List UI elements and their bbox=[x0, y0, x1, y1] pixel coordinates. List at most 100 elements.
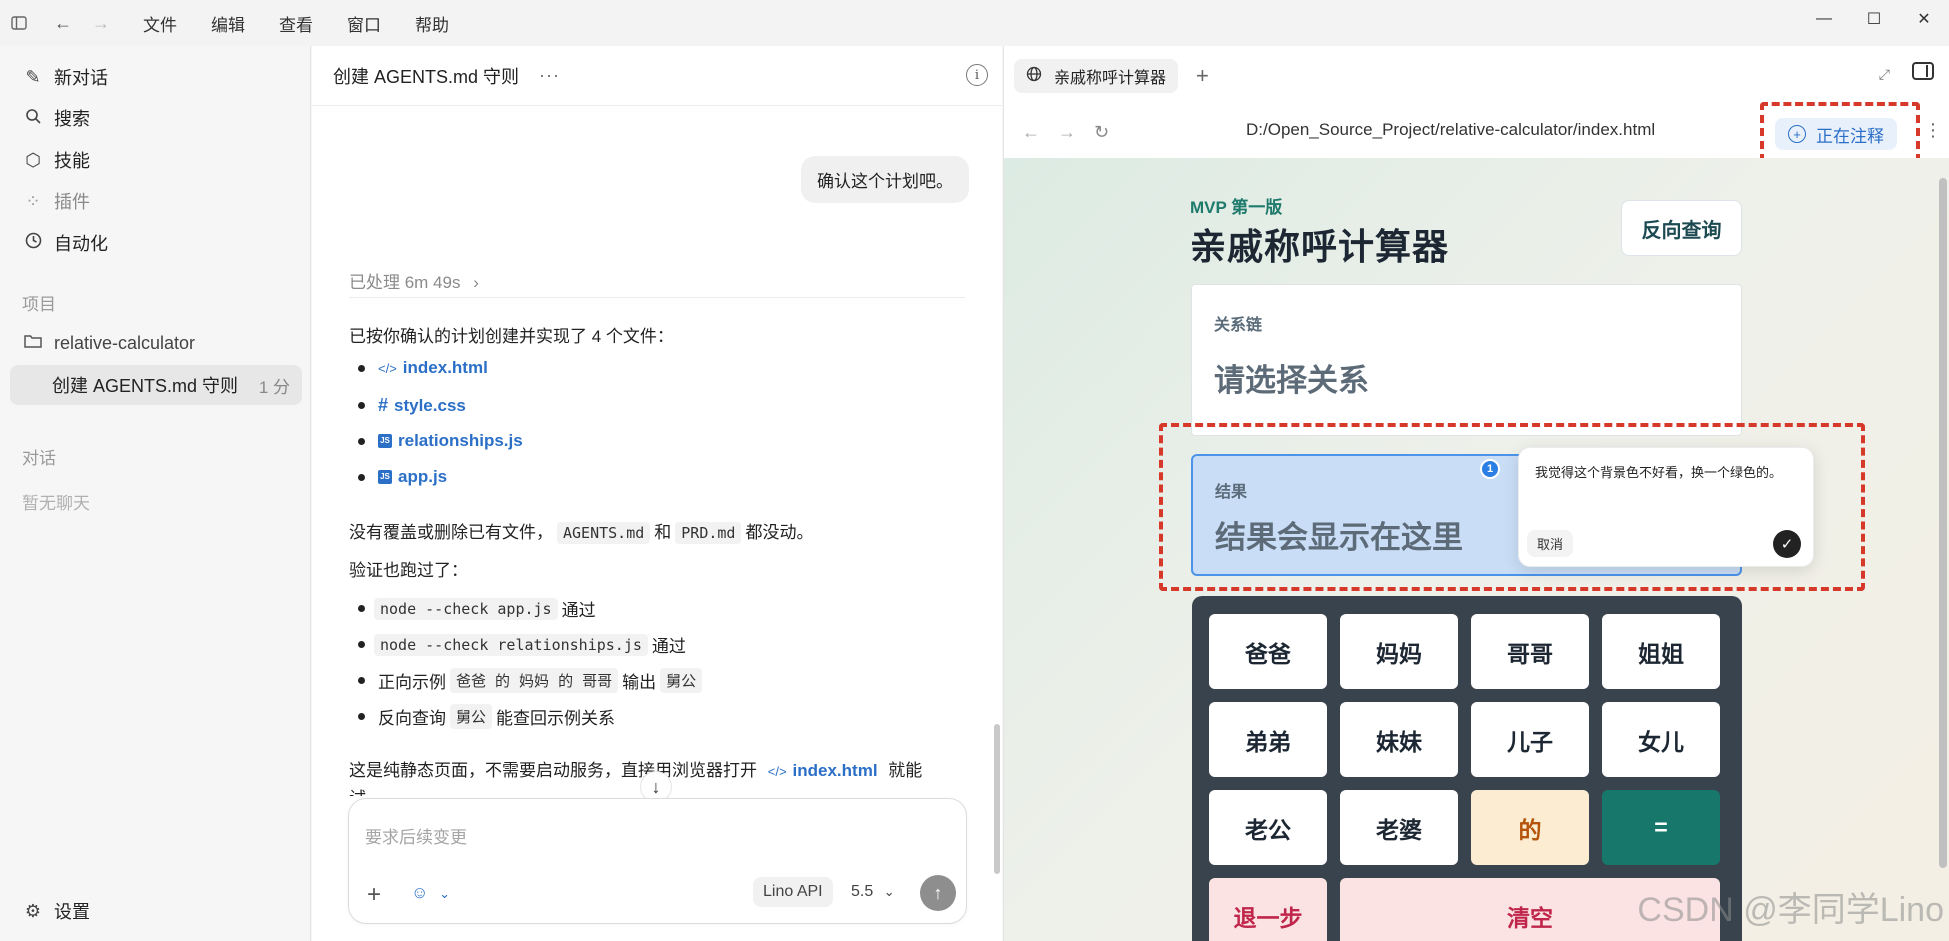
info-icon[interactable]: i bbox=[966, 64, 988, 86]
code-file-icon: </> bbox=[378, 360, 397, 376]
file-link-index-inline[interactable]: index.html bbox=[793, 761, 878, 780]
key-son[interactable]: 儿子 bbox=[1471, 702, 1589, 777]
menu-view[interactable]: 查看 bbox=[262, 11, 330, 36]
file-link-relationships[interactable]: relationships.js bbox=[398, 431, 523, 451]
key-husband[interactable]: 老公 bbox=[1209, 790, 1327, 865]
back-arrow-icon[interactable]: ← bbox=[1022, 122, 1040, 143]
reload-icon[interactable]: ↻ bbox=[1094, 122, 1109, 143]
chat-scrollbar[interactable] bbox=[988, 114, 1002, 939]
sidebar-item-plugins[interactable]: ⁘ 插件 bbox=[10, 182, 302, 220]
section-chats: 对话 bbox=[22, 449, 56, 468]
key-equals[interactable]: = bbox=[1602, 790, 1720, 865]
compose-icon: ✎ bbox=[25, 66, 41, 87]
browser-tab[interactable]: 亲戚称呼计算器 bbox=[1014, 59, 1179, 93]
sidebar-item-automation[interactable]: 自动化 bbox=[10, 224, 302, 262]
back-arrow-icon[interactable]: ← bbox=[48, 8, 78, 38]
static-page-text: 这是纯静态页面，不需要启动服务，直接用浏览器打开 </> index.html 就… bbox=[349, 756, 922, 781]
text-segment: 就能 bbox=[888, 761, 923, 780]
sidebar-item-search[interactable]: 搜索 bbox=[10, 99, 302, 137]
key-mother[interactable]: 妈妈 bbox=[1340, 614, 1458, 689]
bullet-dot bbox=[358, 473, 365, 481]
scrollbar-thumb[interactable] bbox=[1939, 178, 1947, 868]
api-selector[interactable]: Lino API bbox=[753, 877, 833, 907]
inline-code: 爸爸 的 妈妈 的 哥哥 bbox=[450, 668, 619, 693]
list-item: JS app.js bbox=[349, 467, 447, 487]
chevron-down-icon: ⌄ bbox=[439, 886, 450, 901]
more-options-icon[interactable]: ··· bbox=[539, 65, 560, 86]
text-segment: 反向查询 bbox=[378, 709, 446, 728]
sidebar-item-new-chat[interactable]: ✎ 新对话 bbox=[10, 58, 302, 96]
sidebar-item-skills[interactable]: ⬡ 技能 bbox=[10, 141, 302, 179]
text-segment: 和 bbox=[654, 523, 672, 542]
expand-icon[interactable]: ⤢ bbox=[1879, 66, 1890, 83]
shield-face-icon: ☺ bbox=[411, 883, 429, 902]
key-younger-sister[interactable]: 妹妹 bbox=[1340, 702, 1458, 777]
file-link-index[interactable]: index.html bbox=[403, 358, 488, 378]
check-result: 通过 bbox=[561, 601, 596, 620]
js-file-icon: JS bbox=[378, 470, 392, 484]
composer: 要求后续变更 + ☺ ⌄ Lino API 5.5 ⌄ ↑ bbox=[348, 798, 967, 924]
file-link-app[interactable]: app.js bbox=[398, 467, 447, 487]
sidebar-item-settings[interactable]: ⚙ 设置 bbox=[10, 892, 302, 930]
panel-toggle-icon[interactable] bbox=[1912, 62, 1934, 80]
key-younger-brother[interactable]: 弟弟 bbox=[1209, 702, 1327, 777]
no-overwrite-text: 没有覆盖或删除已有文件， AGENTS.md 和 PRD.md 都没动。 bbox=[349, 518, 813, 544]
key-of[interactable]: 的 bbox=[1471, 790, 1589, 865]
page-eyebrow: MVP 第一版 bbox=[1190, 198, 1283, 217]
forward-arrow-icon[interactable]: → bbox=[1058, 122, 1076, 143]
globe-icon bbox=[1026, 66, 1042, 87]
more-vertical-icon[interactable]: ⋮ bbox=[1924, 120, 1942, 141]
menu-file[interactable]: 文件 bbox=[126, 11, 194, 36]
key-elder-brother[interactable]: 哥哥 bbox=[1471, 614, 1589, 689]
key-undo[interactable]: 退一步 bbox=[1209, 878, 1327, 941]
arrow-up-icon: ↑ bbox=[933, 882, 943, 903]
menu-edit[interactable]: 编辑 bbox=[194, 11, 262, 36]
menu-window[interactable]: 窗口 bbox=[330, 11, 398, 36]
scrollbar-thumb[interactable] bbox=[994, 724, 1000, 874]
processed-toggle[interactable]: 已处理 6m 49s › bbox=[349, 268, 479, 293]
sidebar-thread-agents[interactable]: 创建 AGENTS.md 守则 1 分 bbox=[10, 365, 302, 405]
menu-help[interactable]: 帮助 bbox=[398, 11, 466, 36]
new-tab-icon[interactable]: + bbox=[1196, 63, 1209, 89]
model-label: 5.5 bbox=[851, 883, 874, 900]
add-attachment-icon[interactable]: + bbox=[367, 881, 381, 909]
cube-icon: ⬡ bbox=[25, 149, 41, 170]
key-wife[interactable]: 老婆 bbox=[1340, 790, 1458, 865]
reverse-lookup-button[interactable]: 反向查询 bbox=[1621, 200, 1742, 256]
close-icon[interactable]: ✕ bbox=[1899, 0, 1949, 38]
key-elder-sister[interactable]: 姐姐 bbox=[1602, 614, 1720, 689]
inline-code: 舅公 bbox=[660, 668, 703, 693]
sidebar-item-label: 技能 bbox=[54, 151, 90, 171]
list-item: 正向示例 爸爸 的 妈妈 的 哥哥 输出 舅公 bbox=[349, 668, 706, 693]
file-link-style[interactable]: style.css bbox=[394, 396, 466, 416]
composer-input[interactable]: 要求后续变更 bbox=[365, 823, 467, 848]
permission-selector[interactable]: ☺ ⌄ bbox=[411, 883, 450, 903]
list-item: JS relationships.js bbox=[349, 431, 523, 451]
list-item: 反向查询 舅公 能查回示例关系 bbox=[349, 704, 615, 729]
key-daughter[interactable]: 女儿 bbox=[1602, 702, 1720, 777]
minimize-icon[interactable]: — bbox=[1799, 0, 1849, 38]
user-message: 确认这个计划吧。 bbox=[801, 156, 969, 203]
page-title: 亲戚称呼计算器 bbox=[1190, 226, 1450, 267]
list-item: # style.css bbox=[349, 395, 466, 416]
folder-icon bbox=[22, 333, 44, 354]
thread-time: 1 分 bbox=[258, 377, 290, 397]
chat-panel: 创建 AGENTS.md 守则 ··· i 确认这个计划吧。 已处理 6m 49… bbox=[312, 46, 1002, 941]
model-selector[interactable]: 5.5 ⌄ bbox=[851, 883, 895, 901]
sidebar-toggle-icon[interactable] bbox=[4, 8, 34, 38]
bullet-dot bbox=[358, 677, 365, 684]
page-scrollbar[interactable] bbox=[1934, 158, 1949, 941]
inline-code: 舅公 bbox=[450, 704, 493, 729]
sidebar-item-label: 自动化 bbox=[54, 234, 108, 254]
list-item: node --check app.js 通过 bbox=[349, 596, 596, 621]
bullet-dot bbox=[358, 402, 365, 409]
forward-arrow-icon[interactable]: → bbox=[86, 8, 116, 38]
maximize-icon[interactable]: ☐ bbox=[1849, 0, 1899, 38]
project-relative-calculator[interactable]: relative-calculator bbox=[10, 324, 302, 362]
key-father[interactable]: 爸爸 bbox=[1209, 614, 1327, 689]
menu-bar: 文件 编辑 查看 窗口 帮助 bbox=[126, 11, 466, 36]
send-button[interactable]: ↑ bbox=[920, 875, 956, 911]
address-field[interactable]: D:/Open_Source_Project/relative-calculat… bbox=[1246, 120, 1655, 140]
thread-title: 创建 AGENTS.md 守则 bbox=[52, 376, 239, 396]
divider bbox=[349, 297, 965, 298]
